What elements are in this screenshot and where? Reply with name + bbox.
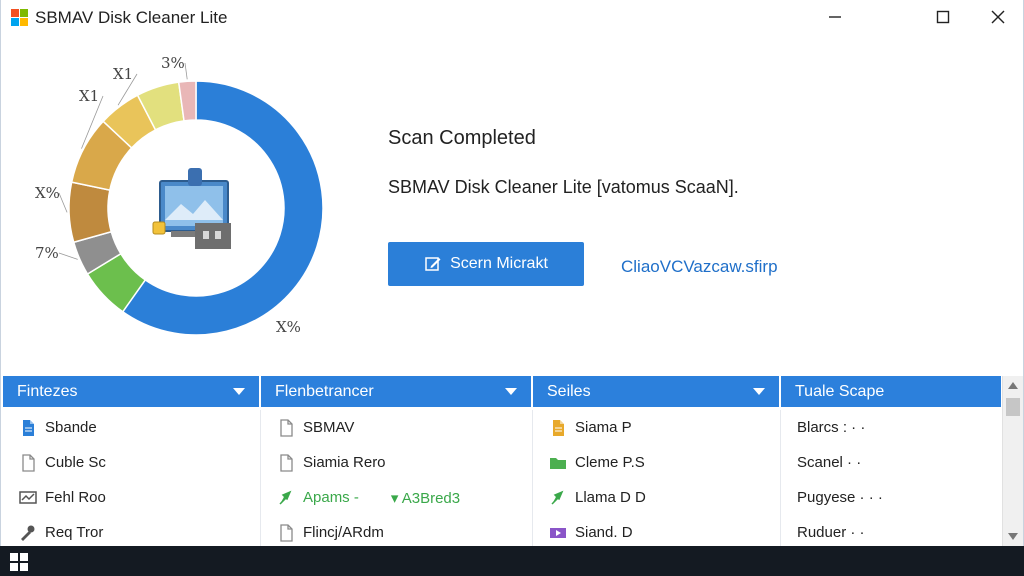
- cell-text: Cleme P.S: [575, 454, 645, 471]
- maximize-icon: [936, 10, 950, 24]
- cell-text: Siand. D: [575, 524, 633, 541]
- column-header-1[interactable]: Flenbetrancer: [261, 376, 533, 407]
- column-header-3[interactable]: Tuale Scape: [781, 376, 1001, 407]
- scroll-up-icon[interactable]: [1008, 382, 1018, 389]
- scan-path-link[interactable]: CliaoVCVazcaw.sfirp: [621, 257, 778, 277]
- table-cell: Apams - ▾ A3Bred3: [261, 480, 533, 515]
- table-cell: Pugyese · · ·: [781, 480, 1001, 515]
- table-cell: SBMAV: [261, 410, 533, 445]
- cell-text: SBMAV: [303, 419, 355, 436]
- cell-text: Ruduer · ·: [797, 524, 865, 541]
- cell-text: Pugyese · · ·: [797, 489, 883, 506]
- table-cell: Ruduer · ·: [781, 515, 1001, 550]
- slice-label: X%: [35, 184, 60, 202]
- taskbar: [0, 546, 1024, 576]
- scroll-thumb[interactable]: [1006, 398, 1020, 416]
- cell-text: Flincj/ARdm: [303, 524, 384, 541]
- slice-label: 3%: [161, 54, 185, 72]
- cell-text: Scanel · ·: [797, 454, 862, 471]
- monitor-chart-icon: [19, 490, 37, 504]
- document-icon: [553, 419, 564, 436]
- table-cell: Fehl Roo: [3, 480, 261, 515]
- table-row[interactable]: Fehl Roo Apams - ▾ A3Bred3 Llama D D Pugyese…: [3, 480, 1001, 515]
- column-header-0[interactable]: Fintezes: [3, 376, 261, 407]
- table-row[interactable]: Sbande SBMAV Siama P Blarcs : · ·: [3, 410, 1001, 445]
- edit-icon: [425, 257, 441, 271]
- table-cell: Cleme P.S: [533, 445, 781, 480]
- results-table: Fintezes Flenbetrancer Seiles Tuale Scap…: [3, 376, 1001, 550]
- file-icon: [280, 523, 293, 542]
- pin-icon: [551, 490, 564, 505]
- table-cell: Sbande: [3, 410, 261, 445]
- slice-label-leader: [58, 252, 78, 260]
- pin-icon: [279, 490, 292, 505]
- cell-text: Llama D D: [575, 489, 646, 506]
- slice-label: X%: [276, 318, 301, 336]
- table-cell: Req Tror: [3, 515, 261, 550]
- table-cell: Llama D D: [533, 480, 781, 515]
- title-bar[interactable]: SBMAV Disk Cleaner Lite: [1, 0, 1023, 34]
- table-cell: Scanel · ·: [781, 445, 1001, 480]
- video-icon: [550, 527, 566, 538]
- scan-action-label: Scern Micrakt: [450, 255, 548, 272]
- table-cell: Cuble Sc: [3, 445, 261, 480]
- cell-text: Apams -: [303, 489, 359, 506]
- table-cell: Siama P: [533, 410, 781, 445]
- scan-action-button[interactable]: Scern Micrakt: [388, 242, 584, 286]
- slice-label-leader: [184, 62, 188, 80]
- slice-label: X1: [79, 87, 99, 105]
- scroll-down-icon[interactable]: [1008, 533, 1018, 540]
- windows-start-icon[interactable]: [10, 553, 28, 571]
- slice-label: 7%: [35, 244, 59, 262]
- chevron-down-icon: [233, 388, 245, 395]
- table-row[interactable]: Cuble Sc Siamia Rero Cleme P.S Scanel · ·: [3, 445, 1001, 480]
- cell-text: Blarcs : · ·: [797, 419, 866, 436]
- file-icon: [280, 453, 293, 472]
- folder-icon: [550, 457, 566, 469]
- pie-slice: [68, 181, 113, 244]
- file-icon: [22, 453, 35, 472]
- cell-extra-text: ▾ A3Bred3: [390, 489, 461, 507]
- cell-text: Fehl Roo: [45, 489, 106, 506]
- file-icon: [280, 418, 293, 437]
- document-icon: [23, 419, 34, 436]
- table-cell: Flincj/ARdm: [261, 515, 533, 550]
- chevron-down-icon: [753, 388, 765, 395]
- disk-cleanup-icon: [152, 168, 231, 249]
- close-icon: [991, 10, 1005, 24]
- tool-icon: [21, 525, 35, 541]
- window-title: SBMAV Disk Cleaner Lite: [35, 8, 228, 27]
- scan-status-title: Scan Completed: [388, 127, 536, 149]
- scan-status-subtitle: SBMAV Disk Cleaner Lite [vatomus ScaaN].: [388, 177, 739, 197]
- cell-text: Siama P: [575, 419, 632, 436]
- app-window: SBMAV Disk Cleaner Lite X% 7% X% X1 X1 3% Sca…: [0, 0, 1024, 550]
- disk-usage-chart: X% 7% X% X1 X1 3%: [21, 48, 341, 348]
- table-header: Fintezes Flenbetrancer Seiles Tuale Scap…: [3, 376, 1001, 407]
- cell-text: Sbande: [45, 419, 97, 436]
- table-cell: Blarcs : · ·: [781, 410, 1001, 445]
- table-cell: Siamia Rero: [261, 445, 533, 480]
- table-scrollbar[interactable]: [1002, 376, 1023, 546]
- minimize-icon: [829, 16, 841, 18]
- cell-text: Req Tror: [45, 524, 104, 541]
- cell-text: Siamia Rero: [303, 454, 386, 471]
- minimize-button[interactable]: [809, 0, 861, 34]
- table-cell: Siand. D: [533, 515, 781, 550]
- table-row[interactable]: Req Tror Flincj/ARdm Siand. D Ruduer · ·: [3, 515, 1001, 550]
- close-button[interactable]: [972, 0, 1024, 34]
- slice-label-leader: [58, 192, 68, 213]
- donut-chart: X% 7% X% X1 X1 3%: [35, 54, 324, 336]
- slice-label: X1: [113, 65, 133, 83]
- app-logo-icon: [11, 9, 28, 26]
- maximize-button[interactable]: [917, 0, 969, 34]
- chevron-down-icon: [505, 388, 517, 395]
- cell-text: Cuble Sc: [45, 454, 106, 471]
- column-header-2[interactable]: Seiles: [533, 376, 781, 407]
